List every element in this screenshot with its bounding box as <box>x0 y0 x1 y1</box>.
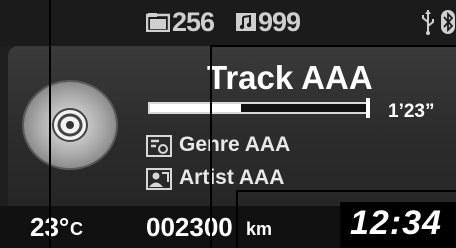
folder-count: 256 <box>172 7 215 37</box>
music-icon <box>235 12 257 32</box>
artist-icon <box>146 168 172 190</box>
bluetooth-icon <box>440 8 456 36</box>
genre-label: Genre AAA <box>179 133 291 156</box>
odometer-unit: km <box>246 219 273 239</box>
callout-line-temperature <box>49 0 51 248</box>
usb-icon <box>420 8 436 36</box>
genre-icon <box>146 135 172 157</box>
callout-line-track-info <box>210 45 212 248</box>
track-count: 999 <box>258 7 301 37</box>
progress-fill <box>150 104 241 112</box>
track-title: Track AAA <box>207 59 373 96</box>
artist-label: Artist AAA <box>179 166 285 189</box>
odometer: 002300 <box>146 212 233 242</box>
progress-bar <box>148 102 368 114</box>
callout-line-track-info-top <box>210 45 456 47</box>
status-bar <box>0 0 456 46</box>
temperature-unit: C <box>70 219 83 239</box>
callout-line-odometer <box>236 190 238 248</box>
disc-icon <box>18 78 120 172</box>
audio-display-screen: 256 999 Track AAA 1’23” Genre AAA Artist… <box>0 0 456 248</box>
folder-icon <box>145 12 171 33</box>
clock: 12:34 <box>350 204 442 242</box>
callout-line-odometer-top <box>236 190 456 192</box>
elapsed-time: 1’23” <box>388 101 435 122</box>
progress-end-marker <box>366 98 370 118</box>
